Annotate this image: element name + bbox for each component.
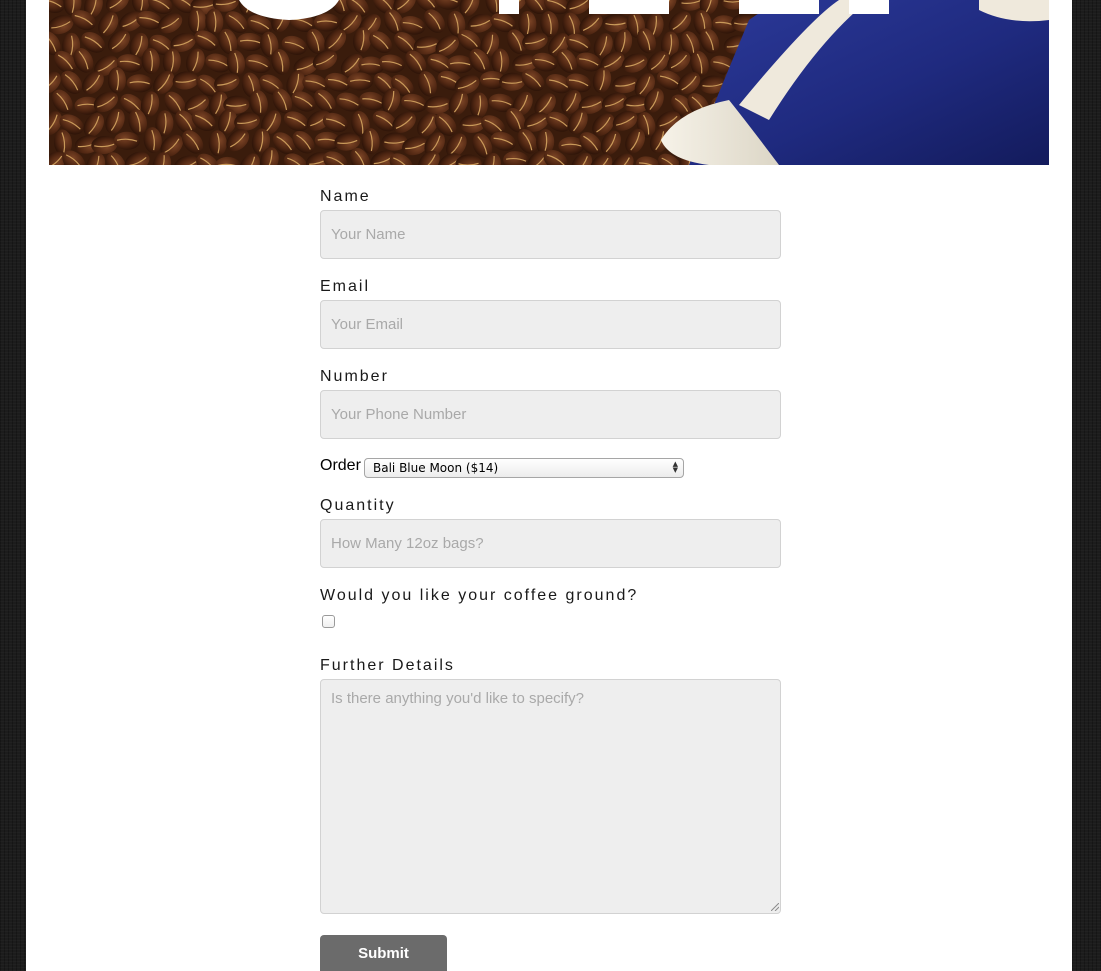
submit-button[interactable]: Submit: [320, 935, 447, 971]
order-selected-value: Bali Blue Moon ($14): [373, 461, 499, 475]
order-label: Order: [320, 457, 361, 474]
email-input[interactable]: [320, 300, 781, 349]
coffee-bean: [499, 72, 526, 91]
resize-grip-icon[interactable]: [771, 903, 779, 911]
hero-banner: [49, 0, 1049, 165]
phone-number-input[interactable]: [320, 390, 781, 439]
ground-coffee-checkbox[interactable]: [322, 615, 335, 628]
order-select[interactable]: Bali Blue Moon ($14) ▲ ▼: [364, 458, 684, 478]
quantity-label: Quantity: [320, 497, 396, 514]
further-details-label: Further Details: [320, 657, 455, 674]
quantity-input[interactable]: [320, 519, 781, 568]
further-details-textarea[interactable]: [320, 679, 781, 914]
email-label: Email: [320, 278, 371, 295]
select-updown-icon: ▲ ▼: [672, 460, 678, 474]
name-input[interactable]: [320, 210, 781, 259]
content-panel: Name Email Number Order Bali Blue Moon (…: [26, 0, 1072, 971]
ground-coffee-label: Would you like your coffee ground?: [320, 587, 639, 604]
coffee-beans-image: [49, 0, 1049, 165]
number-label: Number: [320, 368, 389, 385]
name-label: Name: [320, 188, 371, 205]
